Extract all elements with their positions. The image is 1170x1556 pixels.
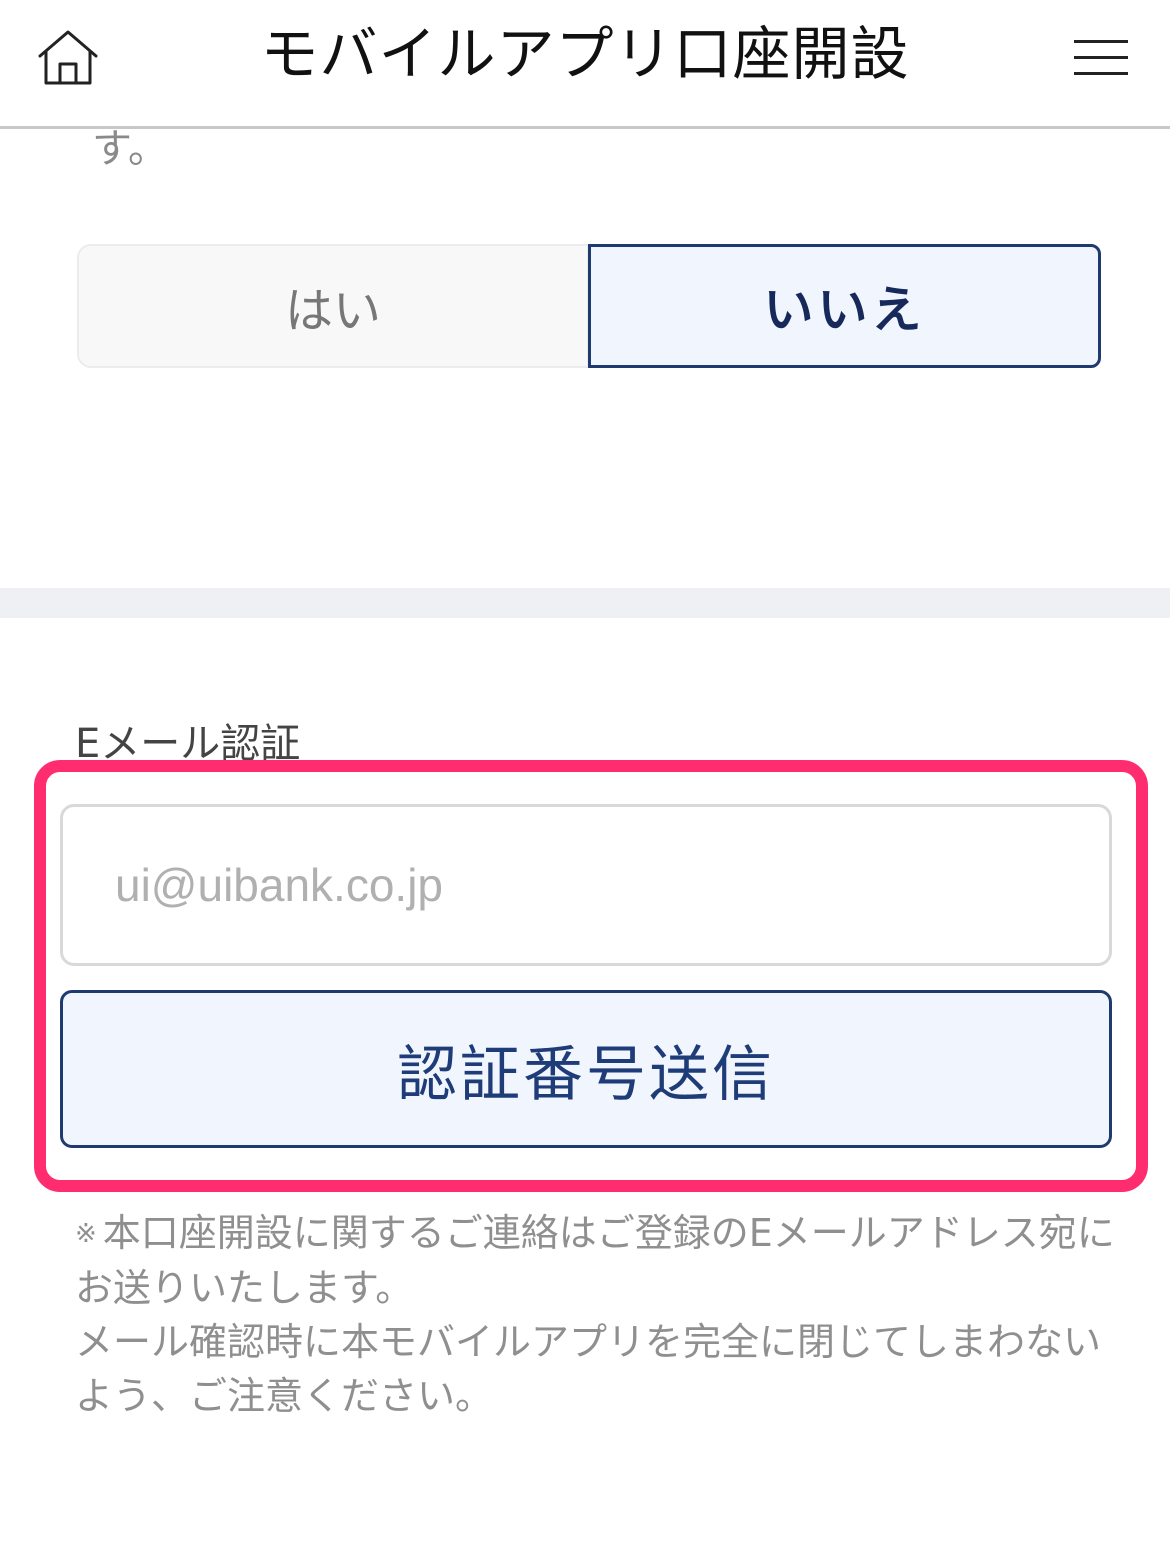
hamburger-menu-icon [1074, 72, 1128, 75]
notice-line-1-text: 本口座開設に関するご連絡はご登録のEメールアドレス宛にお送りいたします。 [75, 1211, 1115, 1310]
email-notice: ※ 本口座開設に関するご連絡はご登録のEメールアドレス宛にお送りいたします。 メー… [75, 1206, 1115, 1423]
previous-question-text: す。 [92, 126, 168, 172]
email-input[interactable] [60, 804, 1112, 966]
page-title: モバイルアプリ口座開設 [260, 20, 910, 88]
send-verification-code-button[interactable]: 認証番号送信 [60, 990, 1112, 1148]
no-option-button[interactable]: いいえ [588, 244, 1101, 368]
hamburger-menu-icon [1074, 40, 1128, 43]
home-button[interactable] [34, 26, 102, 90]
app-header: モバイルアプリ口座開設 [0, 0, 1170, 129]
section-divider [0, 588, 1170, 618]
notice-line-1: ※ 本口座開設に関するご連絡はご登録のEメールアドレス宛にお送りいたします。 [75, 1206, 1115, 1315]
yes-no-toggle: はい いいえ [77, 244, 1101, 368]
notice-line-2: メール確認時に本モバイルアプリを完全に閉じてしまわないよう、ご注意ください。 [75, 1320, 1102, 1418]
note-mark: ※ [75, 1219, 97, 1249]
hamburger-menu-icon [1074, 56, 1128, 59]
home-icon [38, 30, 98, 85]
account-opening-page: モバイルアプリ口座開設 す。 はい いいえ Eメール認証 認証番号送信 ※本口座… [0, 0, 1170, 1556]
yes-option-button[interactable]: はい [77, 244, 589, 368]
menu-button[interactable] [1074, 38, 1130, 80]
